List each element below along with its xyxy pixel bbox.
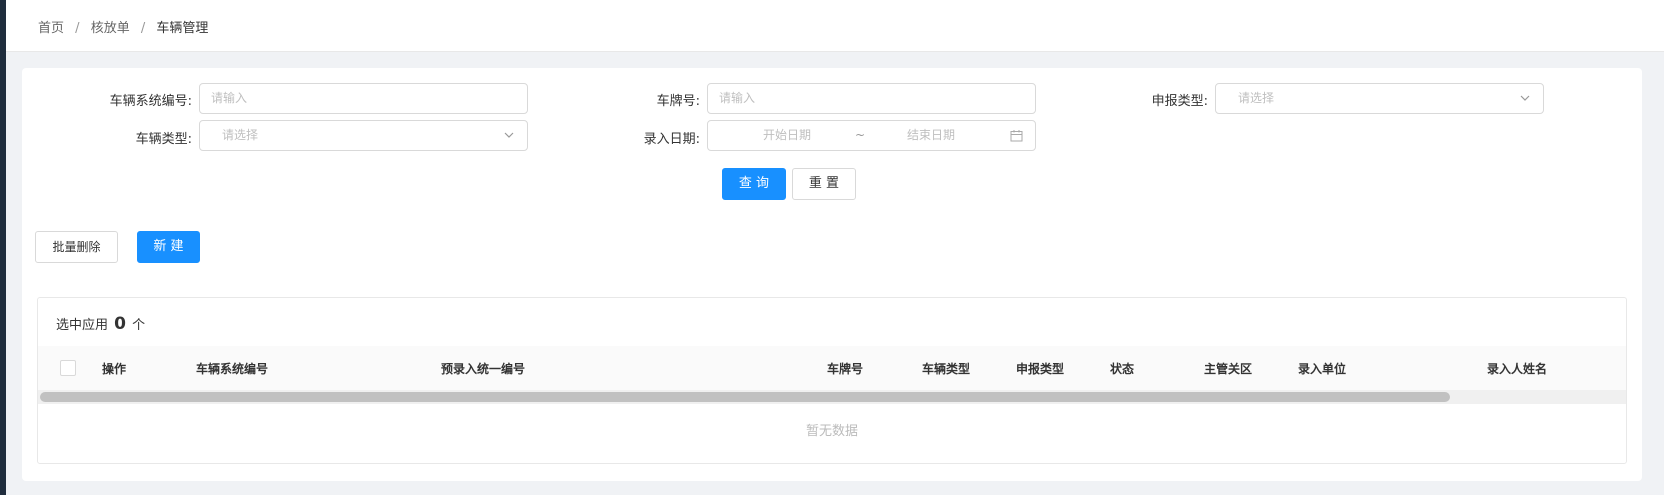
horizontal-scrollbar[interactable]: [38, 390, 1626, 404]
plate-no-input[interactable]: 请输入: [707, 83, 1036, 114]
breadcrumb-item-current: 车辆管理: [156, 21, 209, 36]
column-header-declare-type: 申报类型: [1016, 362, 1065, 376]
calendar-icon: [1010, 130, 1023, 142]
declare-type-label: 申报类型:: [1151, 94, 1208, 109]
vehicle-type-select[interactable]: 请选择: [199, 120, 528, 151]
top-bar: 首页 / 核放单 / 车辆管理: [6, 0, 1664, 52]
column-header-entry-person: 录入人姓名: [1487, 362, 1548, 376]
select-all-checkbox[interactable]: [60, 360, 76, 376]
breadcrumb: 首页 / 核放单 / 车辆管理: [38, 17, 208, 36]
selected-count: 0: [114, 314, 126, 334]
chevron-down-icon: [1520, 95, 1530, 101]
column-header-entry-unit: 录入单位: [1298, 362, 1347, 376]
data-table: 选中应用 0 个 操作 车辆系统编号 预录入统一编号 车牌号 车辆类型 申报类型…: [37, 297, 1627, 464]
sidebar-edge: [0, 0, 6, 495]
entry-date-range[interactable]: 开始日期 ~ 结束日期: [707, 120, 1036, 151]
batch-delete-button[interactable]: 批量删除: [35, 231, 118, 263]
selected-suffix: 个: [132, 318, 146, 333]
chevron-down-icon: [504, 132, 514, 138]
table-header: 操作 车辆系统编号 预录入统一编号 车牌号 车辆类型 申报类型 状态 主管关区 …: [38, 346, 1626, 390]
column-header-vehicle-type: 车辆类型: [922, 362, 971, 376]
vehicle-type-placeholder: 请选择: [222, 128, 259, 142]
new-button[interactable]: 新 建: [137, 231, 200, 263]
date-range-separator: ~: [855, 128, 866, 142]
breadcrumb-item-home[interactable]: 首页: [38, 21, 64, 36]
column-header-actions: 操作: [102, 362, 127, 376]
scrollbar-thumb[interactable]: [40, 392, 1450, 402]
content-panel: 车辆系统编号: 请输入 车牌号: 请输入 申报类型: 请选择 车辆类型: 请选择…: [22, 68, 1642, 481]
selected-prefix: 选中应用: [56, 318, 109, 333]
end-date-input[interactable]: 结束日期: [907, 121, 955, 150]
selected-count-info: 选中应用 0 个: [56, 314, 145, 334]
vehicle-sys-no-label: 车辆系统编号:: [109, 94, 192, 109]
declare-type-select[interactable]: 请选择: [1215, 83, 1544, 114]
vehicle-sys-no-input[interactable]: 请输入: [199, 83, 528, 114]
entry-date-label: 录入日期:: [643, 132, 700, 147]
column-header-customs-district: 主管关区: [1204, 362, 1253, 376]
plate-no-label: 车牌号:: [656, 94, 700, 109]
start-date-input[interactable]: 开始日期: [763, 121, 811, 150]
column-header-status: 状态: [1110, 362, 1135, 376]
declare-type-placeholder: 请选择: [1238, 91, 1275, 105]
query-button[interactable]: 查 询: [722, 168, 786, 200]
empty-state-text: 暂无数据: [805, 424, 858, 439]
breadcrumb-separator: /: [140, 21, 146, 36]
column-header-plate-no: 车牌号: [827, 362, 864, 376]
breadcrumb-item-manifest[interactable]: 核放单: [91, 21, 130, 36]
breadcrumb-separator: /: [75, 21, 80, 36]
reset-button[interactable]: 重 置: [792, 168, 856, 200]
column-header-pre-entry-no: 预录入统一编号: [441, 362, 526, 376]
column-header-vehicle-sys-no: 车辆系统编号: [196, 362, 269, 376]
vehicle-type-label: 车辆类型:: [135, 132, 192, 147]
